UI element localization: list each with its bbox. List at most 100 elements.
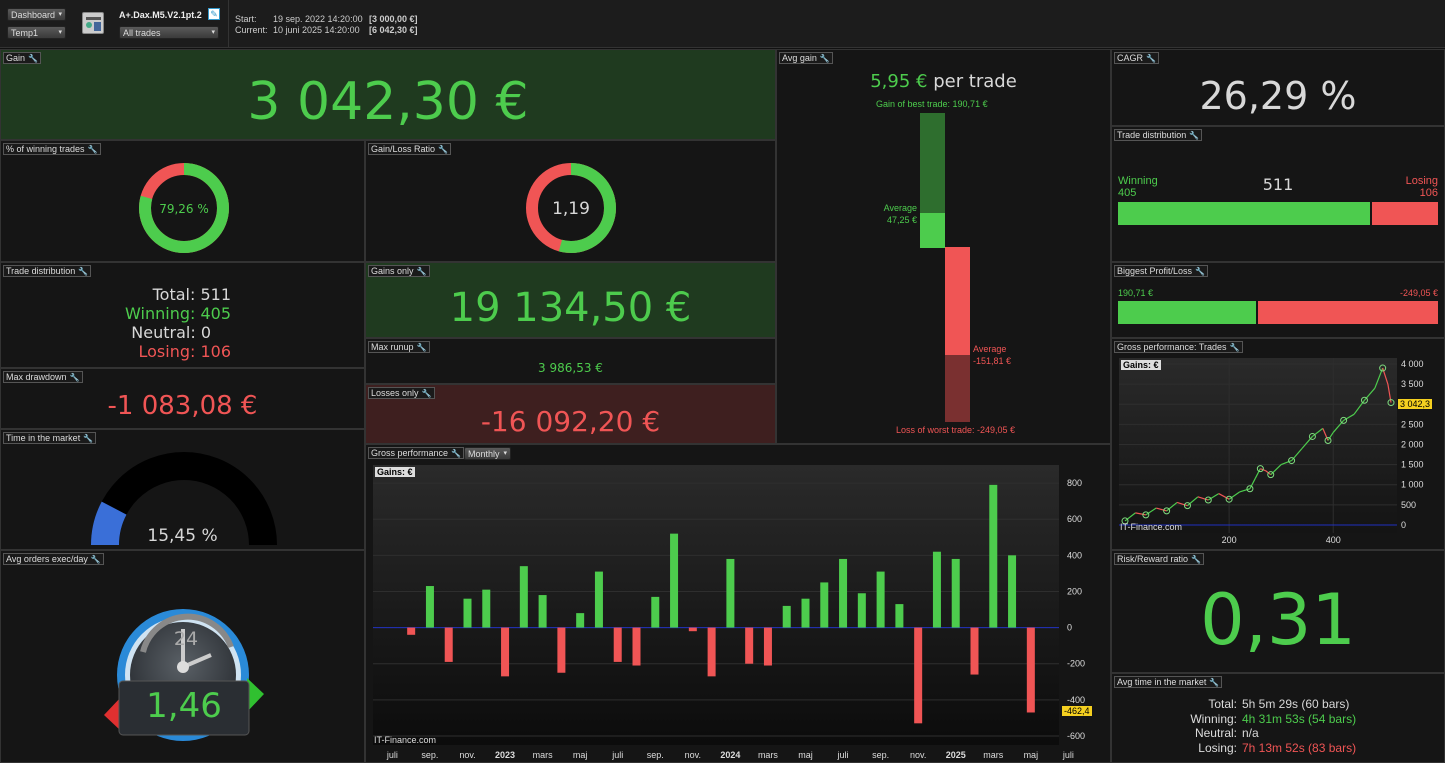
gl-ratio-panel: Gain/Loss Ratio 🔧 1,19	[365, 140, 776, 262]
wrench-icon[interactable]: 🔧	[28, 53, 38, 64]
gain-title[interactable]: Gain 🔧	[3, 52, 41, 64]
cagr-panel: CAGR 🔧 26,29 %	[1111, 49, 1445, 126]
avg-win-value: 47,25 €	[886, 215, 917, 225]
time-market-title[interactable]: Time in the market 🔧	[3, 432, 97, 444]
current-value: [6 042,30 €]	[369, 25, 418, 35]
dashboard-icon[interactable]	[82, 12, 104, 34]
x-tick-label: nov.	[685, 750, 701, 760]
trade-dist2-title[interactable]: Trade distribution 🔧	[1114, 129, 1203, 141]
equity-segment	[1312, 427, 1324, 437]
avg-gain-value: 5,95 €	[870, 71, 928, 92]
template-select-label: Temp1	[11, 28, 39, 38]
cagr-title[interactable]: CAGR 🔧	[1114, 52, 1159, 64]
wrench-icon[interactable]: 🔧	[417, 342, 427, 353]
wrench-icon[interactable]: 🔧	[91, 554, 101, 565]
wrench-icon[interactable]: 🔧	[417, 266, 427, 277]
winning-pct-title[interactable]: % of winning trades 🔧	[3, 143, 101, 155]
x-tick-label: juli	[611, 750, 623, 760]
gl-ratio-value: 1,19	[552, 199, 590, 219]
gl-ratio-title[interactable]: Gain/Loss Ratio 🔧	[368, 143, 452, 155]
wrench-icon[interactable]: 🔧	[820, 53, 830, 64]
wrench-icon[interactable]: 🔧	[1195, 266, 1205, 277]
winning-pct-panel: % of winning trades 🔧 79,26 %	[0, 140, 365, 262]
trade-dist-title[interactable]: Trade distribution 🔧	[3, 265, 92, 277]
biggest-title[interactable]: Biggest Profit/Loss 🔧	[1114, 265, 1209, 277]
dist-winning-bar	[1118, 202, 1370, 225]
wrench-icon[interactable]: 🔧	[78, 266, 88, 277]
max-runup-title[interactable]: Max runup 🔧	[368, 341, 430, 353]
equity-segment	[1301, 436, 1313, 449]
y-tick-label: 3 500	[1401, 379, 1424, 389]
gains-only-panel: Gains only 🔧 19 134,50 €	[365, 262, 776, 338]
biggest-profit-bar	[1118, 301, 1256, 324]
start-date: 19 sep. 2022 14:20:00	[273, 14, 363, 24]
avg-time-panel: Avg time in the market 🔧 Total: Winning: …	[1111, 673, 1445, 763]
wrench-icon[interactable]: 🔧	[1209, 677, 1219, 688]
wrench-icon[interactable]: 🔧	[438, 144, 448, 155]
bar	[670, 533, 679, 628]
edit-icon[interactable]: ✎	[208, 8, 220, 20]
wrench-icon[interactable]: 🔧	[1191, 554, 1201, 565]
bar	[576, 613, 585, 628]
x-tick-label: sep.	[421, 750, 438, 760]
bar	[613, 627, 622, 662]
worst-trade-label: Loss of worst trade: -249,05 €	[896, 425, 1016, 435]
template-select[interactable]: Temp1 ▾	[7, 26, 66, 39]
y-tick-label: 800	[1067, 478, 1082, 488]
trade-filter-select[interactable]: All trades ▾	[119, 26, 219, 39]
avg-gain-suffix: per trade	[933, 71, 1017, 92]
x-tick-label: juli	[386, 750, 398, 760]
bar	[914, 627, 923, 724]
losses-only-title[interactable]: Losses only 🔧	[368, 387, 435, 399]
equity-segment	[1166, 501, 1178, 512]
x-tick-label: 2024	[720, 750, 740, 760]
avg-orders-title[interactable]: Avg orders exec/day 🔧	[3, 553, 104, 565]
gl-ratio-title-label: Gain/Loss Ratio	[371, 144, 436, 154]
wrench-icon[interactable]: 🔧	[83, 433, 93, 444]
losses-only-title-label: Losses only	[371, 388, 419, 398]
x-tick-label: mars	[533, 750, 553, 760]
gains-only-title-label: Gains only	[371, 266, 414, 276]
avg-gain-title[interactable]: Avg gain 🔧	[779, 52, 833, 64]
gross-perf-last-value: -462,4	[1062, 706, 1092, 716]
x-tick-label: juli	[837, 750, 849, 760]
risk-reward-title-label: Risk/Reward ratio	[1117, 554, 1189, 564]
wrench-icon[interactable]: 🔧	[1189, 130, 1199, 141]
y-tick-label: 4 000	[1401, 359, 1424, 369]
y-tick-label: 2 000	[1401, 439, 1424, 449]
y-tick-label: 0	[1401, 520, 1406, 530]
bar	[763, 627, 772, 666]
avg-time-winning: 4h 31m 53s (54 bars)	[1242, 711, 1357, 726]
trade-dist2-panel: Trade distribution 🔧 Winning 405 511 Losi…	[1111, 126, 1445, 262]
equity-segment	[1187, 496, 1199, 507]
gains-only-title[interactable]: Gains only 🔧	[368, 265, 430, 277]
wrench-icon[interactable]: 🔧	[88, 144, 98, 155]
gain-title-label: Gain	[6, 53, 26, 63]
avg-time-title[interactable]: Avg time in the market 🔧	[1114, 676, 1223, 688]
gross-perf-watermark: IT-Finance.com	[374, 735, 437, 745]
x-tick-label: sep.	[872, 750, 889, 760]
trade-dist2-title-label: Trade distribution	[1117, 130, 1187, 140]
view-select[interactable]: Dashboard ▾	[7, 8, 66, 21]
biggest-title-label: Biggest Profit/Loss	[1117, 266, 1193, 276]
gross-perf-chart: 800 600 400 200 0 -200 -400 -600 juli sep. nov. 202…	[373, 478, 1085, 760]
equity-segment	[1291, 448, 1303, 461]
wrench-icon[interactable]: 🔧	[422, 388, 432, 399]
max-drawdown-title[interactable]: Max drawdown 🔧	[3, 371, 83, 383]
trade-dist-losing: Losing: 106	[138, 342, 231, 361]
wrench-icon[interactable]: 🔧	[70, 372, 80, 383]
x-tick-label: 2025	[946, 750, 966, 760]
x-tick-label: mars	[983, 750, 1003, 760]
trade-dist-list: Total: 511 Winning: 405 Neutral: 0 Losin…	[1, 285, 231, 361]
current-label: Current:	[235, 25, 268, 35]
equity-segment	[1228, 491, 1240, 500]
bar	[801, 598, 810, 628]
risk-reward-title[interactable]: Risk/Reward ratio 🔧	[1114, 553, 1204, 565]
gain-panel: Gain 🔧 3 042,30 €	[0, 49, 776, 140]
wrench-icon[interactable]: 🔧	[1146, 53, 1156, 64]
bar	[688, 627, 697, 632]
losses-only-value: -16 092,20 €	[480, 405, 661, 438]
max-runup-value: 3 986,53 €	[538, 361, 603, 375]
chevron-down-icon: ▾	[58, 29, 62, 36]
avg-time-neutral-label: Neutral:	[1194, 726, 1237, 740]
